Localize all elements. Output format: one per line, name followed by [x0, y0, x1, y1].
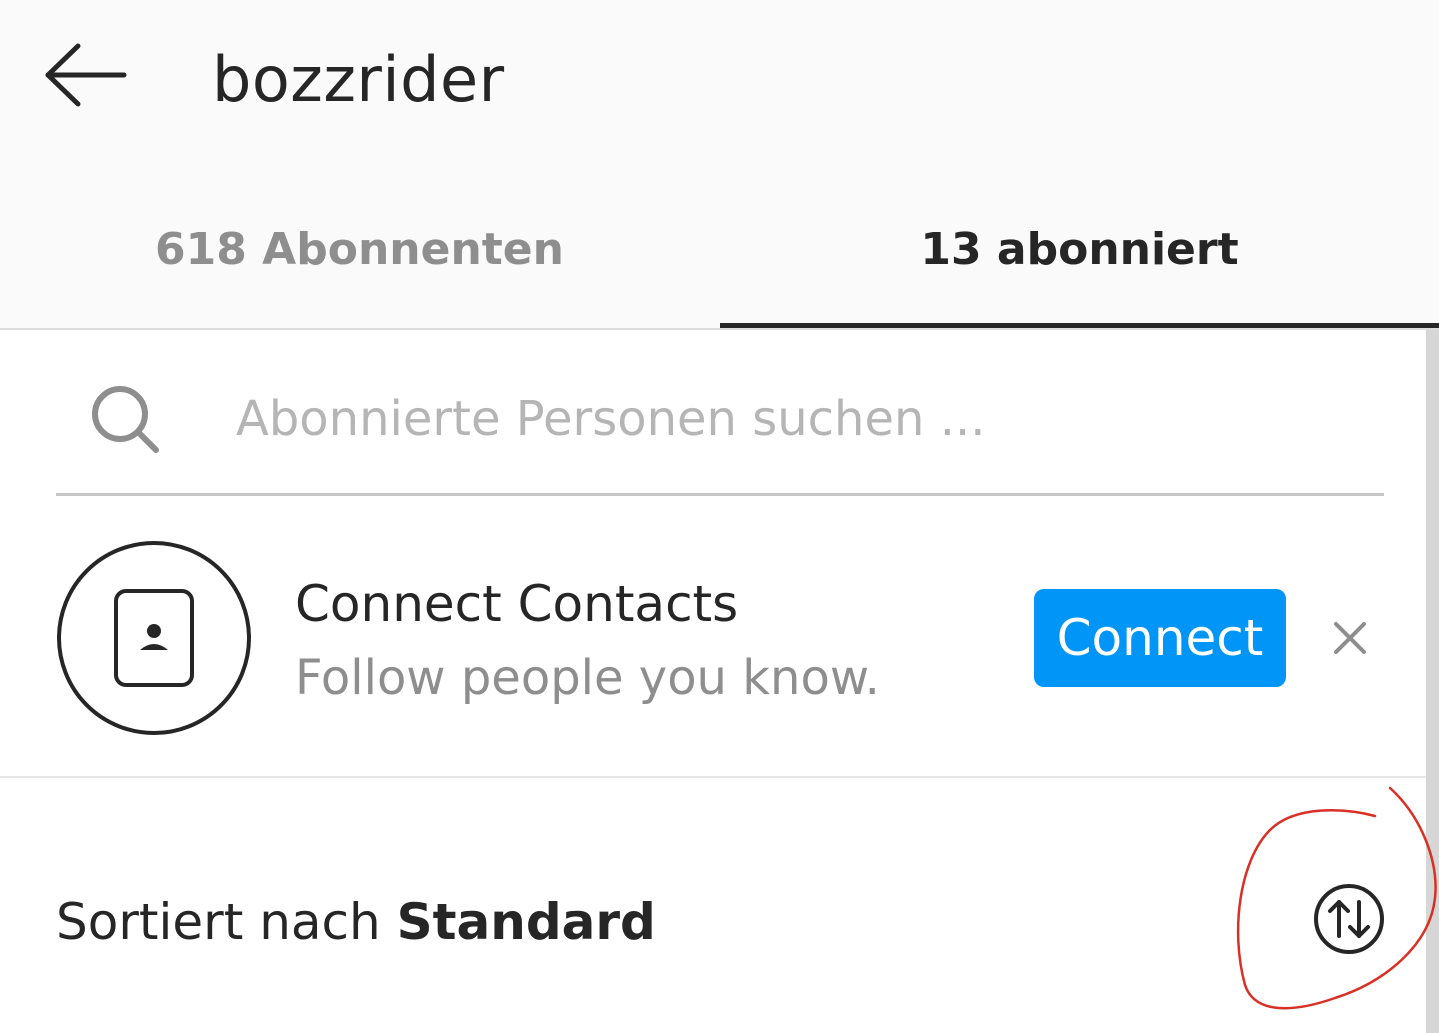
connect-contacts-card: Connect Contacts Follow people you know.…: [0, 500, 1426, 778]
search-input[interactable]: [236, 374, 1356, 464]
contacts-subtitle: Follow people you know.: [295, 650, 880, 706]
sort-label: Sortiert nach Standard: [56, 890, 656, 954]
sort-row: Sortiert nach Standard: [56, 880, 1386, 970]
sort-prefix: Sortiert nach: [56, 893, 397, 951]
scrollbar[interactable]: [1426, 330, 1439, 1033]
contacts-title: Connect Contacts: [295, 575, 739, 633]
tab-followers[interactable]: 618 Abonnenten: [0, 205, 719, 295]
close-icon[interactable]: [1320, 608, 1380, 668]
sort-arrows-icon[interactable]: [1312, 882, 1386, 956]
back-button[interactable]: [30, 30, 140, 120]
search-bar: [56, 350, 1384, 496]
active-tab-indicator: [720, 323, 1439, 328]
top-bar: bozzrider 618 Abonnenten 13 abonniert: [0, 0, 1439, 330]
sort-value: Standard: [396, 893, 656, 951]
contact-book-icon: [57, 541, 251, 735]
search-underline: [56, 493, 1384, 496]
search-icon: [92, 386, 159, 453]
profile-username: bozzrider: [212, 43, 505, 116]
tab-following[interactable]: 13 abonniert: [720, 205, 1439, 295]
connect-button[interactable]: Connect: [1034, 589, 1286, 687]
arrow-left-icon: [45, 43, 127, 107]
